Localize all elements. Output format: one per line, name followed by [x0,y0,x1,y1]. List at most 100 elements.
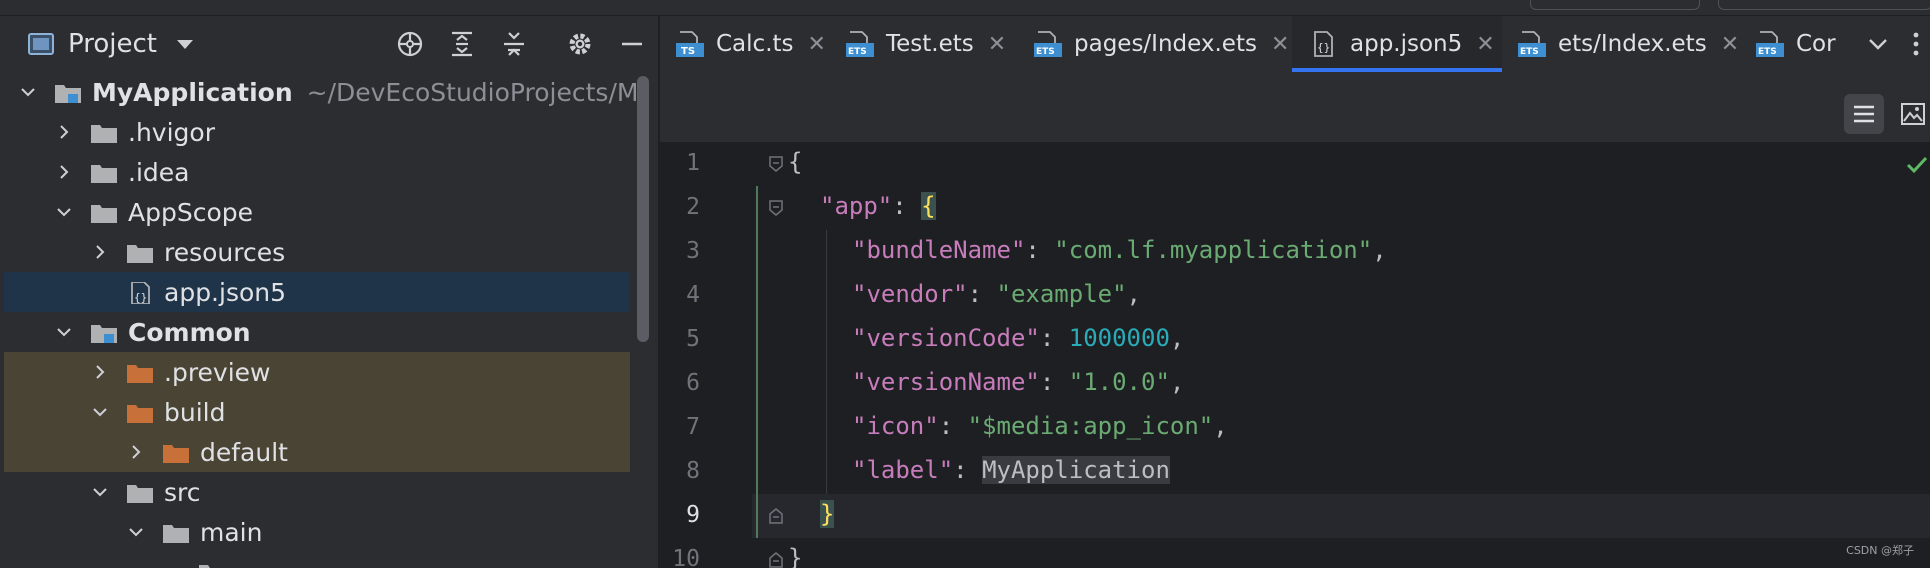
fold-marker-icon[interactable] [768,156,784,172]
chevron-down-icon[interactable] [92,404,108,420]
close-icon[interactable]: ✕ [988,32,1006,57]
chevron-down-icon[interactable] [56,204,72,220]
chevron-down-icon[interactable] [164,564,180,568]
run-config-pill[interactable] [1530,0,1700,10]
tree-item-myapplication[interactable]: MyApplication ~/DevEcoStudioProjects/M [4,72,638,112]
code-line-7: "icon": "$media:app_icon", [852,412,1228,440]
tree-item-common[interactable]: Common [4,312,630,352]
code-line-5: "versionCode": 1000000, [852,324,1185,352]
watermark: CSDN @郑子 [1846,544,1914,557]
locate-file-icon[interactable] [394,28,426,60]
svg-text:ETS: ETS [1036,47,1055,57]
chevron-right-icon[interactable] [92,244,108,260]
chevron-right-icon[interactable] [56,124,72,140]
tab-label: app.json5 [1350,31,1463,57]
tree-item-label: MyApplication [92,77,293,107]
project-view-icon [28,33,54,55]
project-panel: Project MyApplication ~/DevEcoStudioProj… [0,16,658,568]
json-key: "versionCode" [852,324,1040,352]
json-file-icon: {} [126,281,154,305]
chevron-right-icon[interactable] [56,164,72,180]
chevron-right-icon[interactable] [128,444,144,460]
project-path: ~/DevEcoStudioProjects/M [306,77,639,107]
image-icon [1901,103,1925,125]
gear-icon[interactable] [564,28,596,60]
tab-app-json5[interactable]: {} app.json5 ✕ [1292,16,1502,72]
chevron-right-icon[interactable] [92,364,108,380]
no-problems-check-icon[interactable] [1906,156,1928,174]
chevron-down-icon[interactable] [128,524,144,540]
chevron-down-icon[interactable] [92,484,108,500]
tree-item-label: build [164,397,226,427]
folder-icon [162,521,190,543]
svg-text:ETS: ETS [1520,47,1539,57]
tab-ets-index-ets[interactable]: ETS ets/Index.ets ✕ [1518,16,1739,72]
expand-all-icon[interactable] [446,28,478,60]
line-number: 9 [686,502,700,528]
close-icon[interactable]: ✕ [808,32,826,57]
tree-item-appscope[interactable]: AppScope [4,192,630,232]
tree-item-build[interactable]: build [4,392,630,432]
fold-marker-icon[interactable] [768,508,784,524]
tree-item-partial[interactable] [4,552,630,568]
tab-test-ets[interactable]: ETS Test.ets ✕ [846,16,1006,72]
tree-item-hvigor[interactable]: .hvigor [4,112,630,152]
tab-label: Test.ets [886,31,974,57]
chevron-down-icon[interactable] [56,324,72,340]
line-number: 10 [672,546,700,568]
excluded-folder-icon [162,441,190,463]
preview-view-toggle[interactable] [1896,94,1930,134]
svg-text:{}: {} [1317,41,1330,54]
tree-item-label: .hvigor [128,117,215,147]
more-options-button[interactable] [1906,16,1926,72]
tab-pages-index-ets[interactable]: ETS pages/Index.ets ✕ [1034,16,1289,72]
tree-item-app-json5[interactable]: {} app.json5 [4,272,630,312]
code-line-3: "bundleName": "com.lf.myapplication", [852,236,1387,264]
fold-marker-icon[interactable] [768,552,784,568]
project-panel-header: Project [0,16,658,72]
chevron-down-icon[interactable] [20,84,36,100]
minimize-icon[interactable] [616,28,648,60]
folder-icon [126,481,154,503]
ets-file-icon: ETS [846,31,874,57]
tree-item-src[interactable]: src [4,472,630,512]
tree-item-preview[interactable]: .preview [4,352,630,392]
folder-icon [198,561,226,568]
collapse-all-icon[interactable] [498,28,530,60]
tree-item-label: .idea [128,157,190,187]
project-view-selector[interactable]: Project [28,28,193,60]
tree-item-label: resources [164,237,286,267]
code-editor[interactable]: 1 2 3 4 5 6 7 8 9 10 { "app": { "bundleN… [660,142,1930,568]
project-panel-title: Project [68,29,157,59]
code-line-6: "versionName": "1.0.0", [852,368,1185,396]
code-view-toggle[interactable] [1844,94,1884,134]
device-pill[interactable] [1718,0,1930,10]
tree-item-main[interactable]: main [4,512,630,552]
code-line-10: } [788,544,803,568]
tab-overflow-button[interactable] [1860,16,1896,72]
json-unquoted-value: MyApplication [982,456,1170,484]
code-line-4: "vendor": "example", [852,280,1141,308]
tree-item-default[interactable]: default [4,432,630,472]
ets-file-icon: ETS [1518,31,1546,57]
project-tree-scrollbar[interactable] [637,76,649,342]
top-toolbar-strip [0,0,1930,16]
folder-icon [126,241,154,263]
line-number: 6 [686,370,700,396]
indent-guide [756,186,758,538]
line-number: 2 [686,194,700,220]
tree-item-idea[interactable]: .idea [4,152,630,192]
close-icon[interactable]: ✕ [1271,32,1289,57]
tab-calc-ts[interactable]: TS Calc.ts ✕ [676,16,826,72]
close-icon[interactable]: ✕ [1476,32,1494,57]
code-line-1: { [788,148,803,176]
tree-item-resources[interactable]: resources [4,232,630,272]
fold-marker-icon[interactable] [768,200,784,216]
tab-cor[interactable]: ETS Cor [1756,16,1852,72]
close-icon[interactable]: ✕ [1721,32,1739,57]
tab-label: Calc.ts [716,31,794,57]
excluded-folder-icon [126,401,154,423]
list-lines-icon [1854,105,1874,123]
line-number: 7 [686,414,700,440]
json-string: "1.0.0" [1068,368,1170,396]
